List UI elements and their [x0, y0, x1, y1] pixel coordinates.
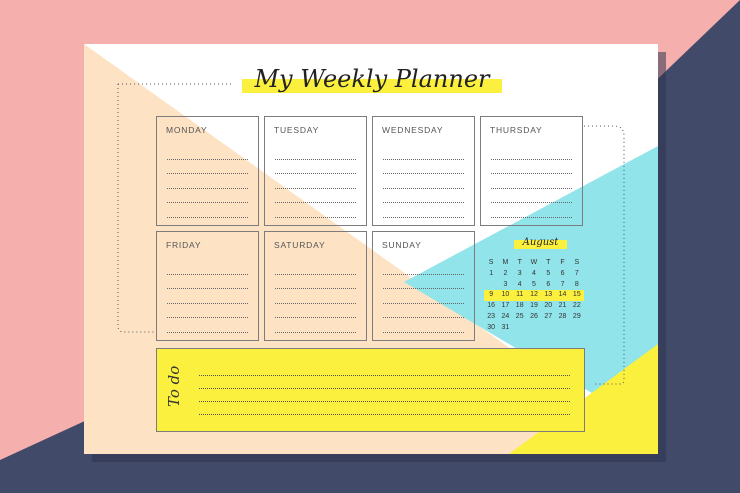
calendar-weekday: S	[488, 259, 494, 266]
day-label: WEDNESDAY	[382, 125, 444, 135]
calendar-day: 4	[517, 280, 522, 288]
todo-label: To do	[165, 365, 183, 407]
calendar-week: 3 4 5 6 7 8	[484, 280, 584, 291]
calendar-day: 28	[558, 312, 567, 320]
calendar-day: 14	[558, 291, 567, 299]
calendar-day: 11	[516, 291, 524, 299]
writing-lines	[275, 145, 356, 218]
calendar-day	[513, 323, 527, 334]
calendar-day: 12	[530, 291, 538, 299]
calendar-day: 3	[503, 280, 508, 288]
calendar-day	[527, 323, 541, 334]
calendar-day	[570, 323, 584, 334]
calendar-day: 13	[544, 291, 553, 299]
calendar-day: 9	[489, 291, 494, 299]
calendar-day: 25	[515, 312, 524, 320]
calendar-day: 7	[574, 269, 579, 277]
calendar-day: 27	[544, 312, 553, 320]
day-box-tuesday[interactable]: TUESDAY	[264, 116, 367, 226]
day-label: MONDAY	[166, 125, 208, 135]
page-title: My Weekly Planner	[254, 65, 490, 93]
day-label: SUNDAY	[382, 240, 422, 250]
calendar-day: 26	[530, 312, 538, 320]
calendar-day: 16	[487, 302, 496, 310]
calendar-weekday: T	[546, 259, 551, 266]
calendar-day	[541, 323, 555, 334]
planner-card: My Weekly Planner MONDAY TUESDAY WEDNESD…	[84, 44, 658, 454]
day-box-sunday[interactable]: SUNDAY	[372, 231, 475, 341]
calendar-day: 15	[572, 291, 581, 299]
day-box-wednesday[interactable]: WEDNESDAY	[372, 116, 475, 226]
calendar-day: 21	[558, 302, 567, 310]
calendar-week: 30 31	[484, 323, 584, 334]
calendar-day: 30	[487, 323, 496, 331]
day-box-saturday[interactable]: SATURDAY	[264, 231, 367, 341]
calendar-day: 24	[501, 312, 510, 320]
calendar-day	[484, 280, 498, 291]
writing-lines	[383, 145, 464, 218]
calendar-day: 6	[560, 269, 565, 277]
calendar-day: 22	[572, 302, 581, 310]
calendar-day: 29	[572, 312, 581, 320]
calendar-day: 4	[532, 269, 536, 277]
day-label: TUESDAY	[274, 125, 320, 135]
calendar-day: 10	[501, 291, 510, 299]
calendar-day: 3	[517, 269, 522, 277]
calendar-grid: S M T W T F S 1 2 3 4 5 6 7 3 4 5 6 7 8 9 10 11 12 13 14 15 16 17 18 1…	[484, 258, 584, 334]
calendar-weekday: M	[502, 259, 509, 266]
calendar-month: August	[522, 237, 559, 248]
calendar-day: 5	[532, 280, 536, 288]
calendar-weekday: F	[560, 259, 565, 266]
calendar-day: 23	[487, 312, 496, 320]
writing-lines	[383, 260, 464, 333]
calendar-week: 16 17 18 19 20 21 22	[484, 301, 584, 312]
calendar-day: 17	[501, 302, 510, 310]
calendar-weekday-row: SMTWTFS	[484, 258, 584, 269]
calendar-week: 1 2 3 4 5 6 7	[484, 269, 584, 280]
calendar-day: 6	[546, 280, 551, 288]
calendar-day: 20	[544, 302, 553, 310]
calendar-week-highlighted: 9 10 11 12 13 14 15	[484, 290, 584, 302]
calendar-weekday: W	[530, 259, 538, 266]
calendar-day: 1	[489, 269, 494, 277]
calendar-day: 2	[503, 269, 508, 277]
day-box-thursday[interactable]: THURSDAY	[480, 116, 583, 226]
day-label: FRIDAY	[166, 240, 202, 250]
writing-lines	[275, 260, 356, 333]
calendar-day: 8	[574, 280, 579, 288]
calendar-day: 18	[515, 302, 524, 310]
todo-box[interactable]: To do	[156, 348, 585, 432]
calendar-day: 7	[560, 280, 565, 288]
calendar-day: 19	[530, 302, 538, 310]
writing-lines	[167, 260, 248, 333]
day-box-friday[interactable]: FRIDAY	[156, 231, 259, 341]
calendar-day: 5	[546, 269, 551, 277]
day-label: THURSDAY	[490, 125, 543, 135]
writing-lines	[491, 145, 572, 218]
day-label: SATURDAY	[274, 240, 326, 250]
calendar-weekday: T	[517, 259, 522, 266]
day-box-monday[interactable]: MONDAY	[156, 116, 259, 226]
calendar-weekday: S	[574, 259, 580, 266]
calendar-day: 31	[501, 323, 510, 331]
todo-lines	[199, 363, 570, 415]
writing-lines	[167, 145, 248, 218]
calendar-day	[555, 323, 569, 334]
calendar-week: 23 24 25 26 27 28 29	[484, 312, 584, 323]
